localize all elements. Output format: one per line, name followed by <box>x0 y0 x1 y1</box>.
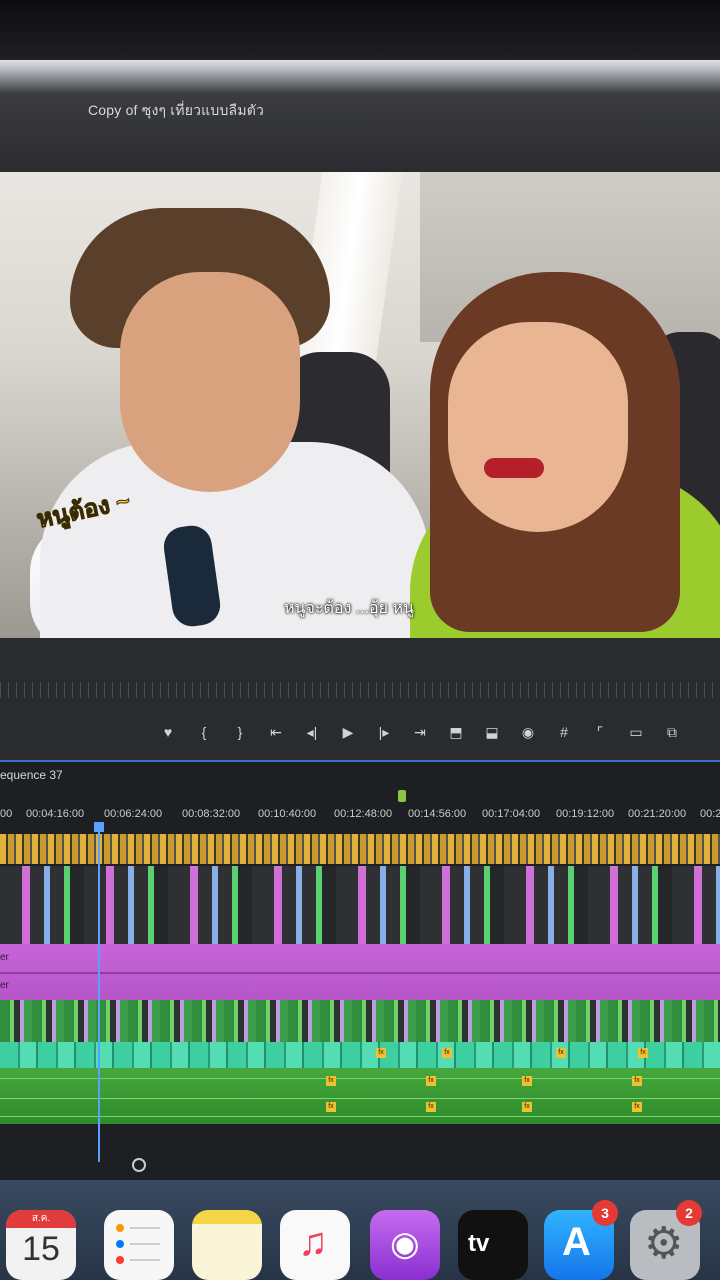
video-track-adjustment-layer[interactable]: er er <box>0 944 720 1002</box>
apple-tv-app-icon[interactable]: tv <box>458 1210 528 1280</box>
fx-badge: fx <box>522 1076 532 1086</box>
timeline-panel: equence 37 00 00:04:16:00 00:06:24:00 00… <box>0 760 720 1182</box>
notes-app-icon[interactable] <box>192 1210 262 1280</box>
overwrite-icon[interactable]: ⌜ <box>582 720 618 744</box>
fx-badge: fx <box>326 1102 336 1112</box>
calendar-month: ส.ค. <box>6 1210 76 1228</box>
fx-badge: fx <box>632 1076 642 1086</box>
music-app-icon[interactable]: ♫ <box>280 1210 350 1280</box>
caption-bottom: หนูจะต้อง ...อุ้ย หนู <box>284 600 414 617</box>
audio-track-1[interactable] <box>0 1000 720 1042</box>
track-label: er <box>0 980 9 991</box>
timecode-ruler[interactable]: 00 00:04:16:00 00:06:24:00 00:08:32:00 0… <box>0 808 720 822</box>
man-face <box>120 272 300 492</box>
playhead[interactable] <box>98 822 100 1162</box>
extract-icon[interactable]: ⬓ <box>474 720 510 744</box>
step-back-icon[interactable]: ◂| <box>294 720 330 744</box>
reminders-app-icon[interactable] <box>104 1210 174 1280</box>
calendar-day: 15 <box>22 1230 60 1268</box>
timecode-label: 00:2 <box>700 808 720 820</box>
notification-badge: 2 <box>676 1200 702 1226</box>
sequence-tab[interactable]: equence 37 <box>0 768 63 782</box>
marker-icon[interactable]: ♥ <box>150 720 186 744</box>
timecode-label: 00:06:24:00 <box>104 808 163 820</box>
fx-badge: fx <box>442 1048 452 1058</box>
podcast-icon: ◉ <box>390 1225 420 1263</box>
window-titlebar: Copy of ซุงๆ เที่ยวแบบลืมตัว <box>0 60 720 172</box>
reminder-line <box>130 1227 160 1229</box>
calendar-app-icon[interactable]: ส.ค. 15 <box>6 1210 76 1280</box>
reminder-line <box>130 1243 160 1245</box>
audio-track-music[interactable]: fx fx fx fx fx fx fx fx <box>0 1068 720 1124</box>
safe-margins-icon[interactable]: ▭ <box>618 720 654 744</box>
zoom-scroll-handle[interactable] <box>132 1158 146 1172</box>
app-store-icon[interactable]: A 3 <box>544 1200 618 1280</box>
transport-buttons: ♥ { } ⇤ ◂| ▶ |▸ ⇥ ⬒ ⬓ ◉ # ⌜ ▭ ⧉ <box>150 720 690 744</box>
insert-icon[interactable]: # <box>546 720 582 744</box>
timeline-marker[interactable] <box>398 790 406 802</box>
tv-label: tv <box>468 1230 490 1257</box>
podcasts-app-icon[interactable]: ◉ <box>370 1210 440 1280</box>
fx-badge: fx <box>556 1048 566 1058</box>
timecode-label: 00:10:40:00 <box>258 808 317 820</box>
timecode-label: 00:04:16:00 <box>26 808 85 820</box>
fx-badge: fx <box>426 1102 436 1112</box>
notification-badge: 3 <box>592 1200 618 1226</box>
mark-out-icon[interactable]: } <box>222 720 258 744</box>
lift-icon[interactable]: ⬒ <box>438 720 474 744</box>
timecode-label: 00:12:48:00 <box>334 808 393 820</box>
reminder-dot <box>116 1224 124 1232</box>
track-label: er <box>0 952 9 963</box>
monitor-bezel <box>0 0 720 60</box>
track-line <box>0 1098 720 1099</box>
playhead-handle[interactable] <box>94 822 104 832</box>
monitor-ruler[interactable] <box>0 682 720 698</box>
app-store-a-icon: A <box>562 1220 591 1264</box>
window-title: Copy of ซุงๆ เที่ยวแบบลืมตัว <box>88 102 265 118</box>
go-to-in-icon[interactable]: ⇤ <box>258 720 294 744</box>
gear-icon: ⚙ <box>644 1219 684 1268</box>
reminder-dot <box>116 1256 124 1264</box>
fx-badge: fx <box>326 1076 336 1086</box>
program-monitor-video[interactable]: หนูต้อง ~ หนูจะต้อง ...อุ้ย หนู <box>0 172 720 638</box>
fx-badge: fx <box>522 1102 532 1112</box>
play-icon[interactable]: ▶ <box>330 720 366 744</box>
video-track-clips[interactable] <box>0 866 720 952</box>
track-line <box>0 1078 720 1079</box>
woman-lips <box>484 458 544 478</box>
fx-badge: fx <box>632 1102 642 1112</box>
timecode-label: 00:21:20:00 <box>628 808 687 820</box>
timecode-label: 00:19:12:00 <box>556 808 615 820</box>
timecode-label: 00:14:56:00 <box>408 808 467 820</box>
timecode-label: 00 <box>0 808 13 820</box>
reminder-line <box>130 1259 160 1261</box>
woman-face <box>448 322 628 532</box>
music-note-icon: ♫ <box>298 1220 328 1264</box>
video-track-adjustment[interactable] <box>0 834 720 864</box>
camera-icon[interactable]: ◉ <box>510 720 546 744</box>
transport-controls: ♥ { } ⇤ ◂| ▶ |▸ ⇥ ⬒ ⬓ ◉ # ⌜ ▭ ⧉ <box>0 638 720 760</box>
fx-badge: fx <box>376 1048 386 1058</box>
track-divider <box>0 972 720 974</box>
mark-in-icon[interactable]: { <box>186 720 222 744</box>
macos-dock: ส.ค. 15 ♫ ◉ tv A 3 ⚙ 2 <box>0 1180 720 1280</box>
timecode-label: 00:08:32:00 <box>182 808 241 820</box>
reminder-dot <box>116 1240 124 1248</box>
go-to-out-icon[interactable]: ⇥ <box>402 720 438 744</box>
compare-icon[interactable]: ⧉ <box>654 720 690 744</box>
step-forward-icon[interactable]: |▸ <box>366 720 402 744</box>
fx-badge: fx <box>638 1048 648 1058</box>
track-line <box>0 1116 720 1117</box>
timecode-label: 00:17:04:00 <box>482 808 541 820</box>
fx-badge: fx <box>426 1076 436 1086</box>
system-preferences-icon[interactable]: ⚙ 2 <box>630 1200 702 1280</box>
